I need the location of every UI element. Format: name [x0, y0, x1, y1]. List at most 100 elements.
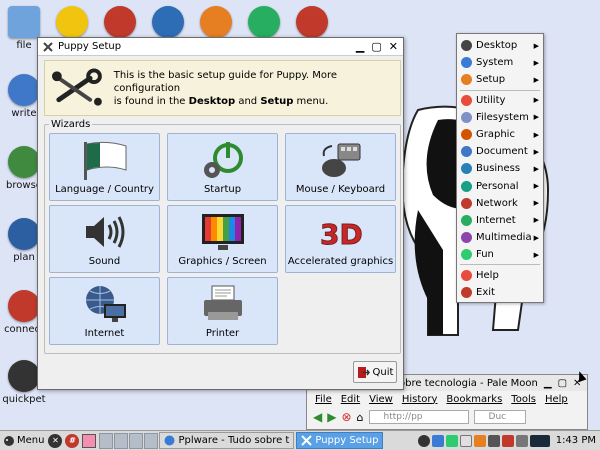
back-icon[interactable]: ◀: [313, 410, 322, 424]
browser-menu-view[interactable]: View: [369, 394, 393, 405]
clock[interactable]: 1:43 PM: [556, 435, 596, 446]
chevron-right-icon: ▶: [533, 75, 539, 84]
printer-tray-icon[interactable]: [487, 434, 500, 447]
internet-icon: [85, 286, 126, 322]
browser-menu-bookmarks[interactable]: Bookmarks: [446, 394, 502, 405]
menu-item-system[interactable]: System ▶: [457, 54, 543, 71]
tile-label: Printer: [205, 328, 240, 339]
tools-icon: [51, 68, 102, 106]
menu-item-graphic[interactable]: Graphic ▶: [457, 126, 543, 143]
volume-icon[interactable]: [515, 434, 528, 447]
forward-icon[interactable]: ▶: [327, 410, 336, 424]
browser-menu-history[interactable]: History: [402, 394, 438, 405]
browser-menu-file[interactable]: File: [315, 394, 332, 405]
start-menu-button[interactable]: Menu: [0, 431, 48, 450]
maximize-icon[interactable]: ▢: [371, 40, 381, 53]
wizard-language-country[interactable]: Language / Country: [49, 133, 160, 201]
menu-item-filesystem[interactable]: Filesystem ▶: [457, 109, 543, 126]
tile-label: Accelerated graphics: [287, 256, 394, 267]
x-icon[interactable]: ✕: [48, 433, 63, 448]
drive-icon[interactable]: [445, 434, 458, 447]
intro-line-1: This is the basic setup guide for Puppy.…: [113, 69, 338, 94]
menu-item-document[interactable]: Document ▶: [457, 143, 543, 160]
menu-item-label: System: [476, 57, 514, 69]
system-icon: [461, 57, 472, 69]
menu-item-utility[interactable]: Utility ▶: [457, 92, 543, 109]
minimize-icon[interactable]: ▁: [544, 378, 552, 389]
update-icon[interactable]: [473, 434, 486, 447]
wizard-accelerated-graphics[interactable]: 3D Accelerated graphics: [285, 205, 396, 273]
menu-item-exit[interactable]: Exit: [457, 284, 543, 301]
shield-icon[interactable]: [501, 434, 514, 447]
pager-workspace-2[interactable]: [114, 432, 129, 449]
menu-item-internet[interactable]: Internet ▶: [457, 212, 543, 229]
browser-menu-help[interactable]: Help: [545, 394, 568, 405]
mouse-keyboard-icon: [321, 143, 360, 177]
menu-item-label: Personal: [476, 180, 519, 192]
gear-icon[interactable]: [200, 6, 232, 38]
search-input[interactable]: Duc: [473, 410, 526, 424]
menu-item-fun[interactable]: Fun ▶: [457, 246, 543, 263]
network-icon[interactable]: [431, 434, 444, 447]
close-icon[interactable]: ✕: [389, 40, 398, 53]
edit-icon[interactable]: [248, 6, 280, 38]
wizard-graphics-screen[interactable]: Graphics / Screen: [167, 205, 278, 273]
puppy-setup-dialog[interactable]: Puppy Setup ▁ ▢ ✕ This is the basic setu…: [37, 37, 404, 390]
minimize-icon[interactable]: ▁: [356, 40, 364, 53]
clipboard-icon[interactable]: [459, 434, 472, 447]
quit-button[interactable]: Quit: [353, 361, 397, 383]
taskbar: Menu ✕ # Pplware - Tudo sobre t Puppy Se…: [0, 430, 600, 450]
browser-menu-tools[interactable]: Tools: [511, 394, 536, 405]
wizard-printer[interactable]: Printer: [167, 277, 278, 345]
menu-item-business[interactable]: Business ▶: [457, 160, 543, 177]
internet-icon: [461, 214, 472, 226]
pager-workspace-4[interactable]: [144, 432, 159, 449]
dialog-titlebar[interactable]: Puppy Setup ▁ ▢ ✕: [38, 38, 403, 56]
wizard-startup[interactable]: Startup: [167, 133, 278, 201]
wizard-internet[interactable]: Internet: [49, 277, 160, 345]
monitor-icon: [201, 214, 244, 250]
pager-workspace-1[interactable]: [99, 432, 114, 449]
toggle-icon[interactable]: [104, 6, 136, 38]
cpu-monitor-icon: [529, 434, 550, 447]
chevron-right-icon: ▶: [533, 199, 539, 208]
globe-icon: [8, 146, 40, 178]
menu-item-multimedia[interactable]: Multimedia ▶: [457, 229, 543, 246]
lightbulb-icon[interactable]: [56, 6, 88, 38]
menu-item-desktop[interactable]: Desktop ▶: [457, 37, 543, 54]
tile-label: Sound: [88, 256, 121, 267]
hash-icon[interactable]: [296, 6, 328, 38]
calendar-icon: [8, 218, 40, 250]
home-icon[interactable]: ⌂: [357, 411, 364, 424]
menu-item-label: Setup: [476, 74, 506, 86]
stop-icon[interactable]: ⊗: [341, 410, 351, 424]
fun-icon: [461, 249, 472, 261]
menu-item-label: Filesystem: [476, 111, 529, 123]
menu-item-label: Help: [476, 269, 499, 281]
url-input[interactable]: http://pp: [368, 410, 469, 424]
browser-menu-edit[interactable]: Edit: [341, 394, 360, 405]
connect-icon: [8, 290, 40, 322]
wizard-sound[interactable]: Sound: [49, 205, 160, 273]
intro-panel: This is the basic setup guide for Puppy.…: [44, 60, 401, 116]
menu-item-label: Fun: [476, 249, 494, 261]
utility-icon: [461, 94, 472, 106]
wizard-mouse-keyboard[interactable]: Mouse / Keyboard: [285, 133, 396, 201]
dropbox-icon[interactable]: [152, 6, 184, 38]
maximize-icon[interactable]: ▢: [558, 378, 567, 389]
chevron-right-icon: ▶: [533, 182, 539, 191]
menu-item-network[interactable]: Network ▶: [457, 195, 543, 212]
hash-icon[interactable]: #: [65, 433, 80, 448]
desktop-pager-icon[interactable]: [82, 433, 97, 448]
menu-item-setup[interactable]: Setup ▶: [457, 71, 543, 88]
task-pplware[interactable]: Pplware - Tudo sobre t: [159, 432, 295, 449]
menu-item-help[interactable]: Help: [457, 266, 543, 283]
business-icon: [461, 163, 472, 175]
pager-workspace-3[interactable]: [129, 432, 144, 449]
task-puppy-setup[interactable]: Puppy Setup: [296, 432, 384, 449]
start-menu[interactable]: Desktop ▶ System ▶ Setup ▶ Utility ▶ Filesystem ▶…: [456, 33, 544, 303]
menu-item-personal[interactable]: Personal ▶: [457, 178, 543, 195]
menu-item-label: Multimedia: [476, 232, 532, 244]
folder-icon: [8, 6, 40, 38]
puppy-tray-icon[interactable]: [417, 434, 430, 447]
